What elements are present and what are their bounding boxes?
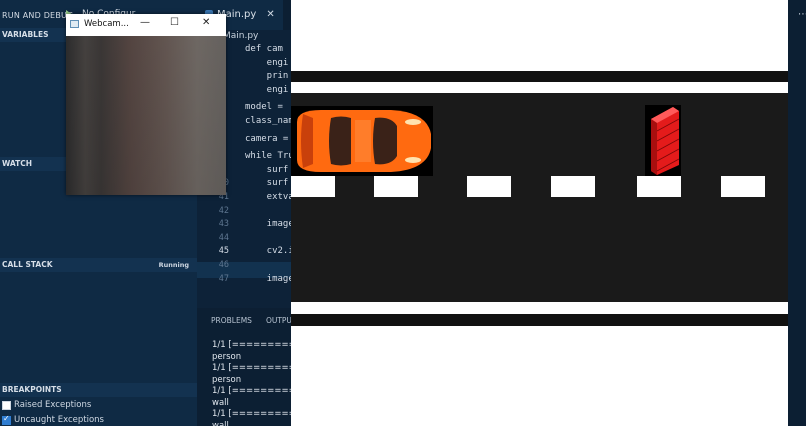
wall-obstacle bbox=[645, 105, 681, 176]
line-number: 42 bbox=[218, 205, 229, 216]
call-stack-status: Running bbox=[158, 261, 189, 269]
code-line[interactable]: model = bbox=[245, 102, 283, 112]
code-line[interactable]: surf bbox=[245, 165, 289, 175]
minimize-icon[interactable]: — bbox=[140, 17, 150, 28]
webcam-title-bar[interactable]: Webcam... — ☐ ✕ bbox=[66, 14, 226, 36]
terminal-output[interactable]: 1/1 [========= person 1/1 [========= person… bbox=[212, 340, 296, 426]
terminal-line: person bbox=[212, 351, 242, 362]
code-line[interactable]: camera = bbox=[245, 134, 288, 144]
breakpoints-section[interactable]: BREAKPOINTS bbox=[0, 383, 197, 397]
lane-marking bbox=[551, 176, 595, 197]
terminal-line: 1/1 [========= bbox=[212, 340, 296, 350]
code-line[interactable]: class_nam bbox=[245, 116, 294, 126]
webcam-title: Webcam... bbox=[84, 19, 129, 29]
line-number: 47 bbox=[218, 273, 229, 284]
webcam-window[interactable]: Webcam... — ☐ ✕ bbox=[66, 14, 226, 195]
code-line[interactable]: surf bbox=[245, 178, 289, 188]
call-stack-label: CALL STACK bbox=[2, 260, 53, 269]
panel-tabs: PROBLEMS OUTPU bbox=[211, 316, 292, 325]
lane-marking bbox=[721, 176, 765, 197]
code-line[interactable]: image bbox=[245, 219, 294, 229]
lane-marking bbox=[467, 176, 511, 197]
terminal-line: wall bbox=[212, 420, 229, 426]
uncaught-exceptions-label: Uncaught Exceptions bbox=[14, 415, 104, 425]
wall-sprite bbox=[651, 107, 680, 175]
tab-output[interactable]: OUTPU bbox=[266, 316, 292, 325]
code-line[interactable]: prin bbox=[245, 71, 289, 81]
breakpoint-raised[interactable]: Raised Exceptions bbox=[2, 400, 91, 410]
window-app-icon bbox=[70, 20, 79, 28]
terminal-line: 1/1 [========= bbox=[212, 409, 296, 419]
variables-label: VARIABLES bbox=[2, 30, 49, 39]
line-number: 44 bbox=[218, 232, 229, 243]
code-line[interactable]: engi bbox=[245, 58, 289, 68]
call-stack-section[interactable]: CALL STACK Running bbox=[0, 258, 197, 272]
run-debug-title: RUN AND DEBUG bbox=[2, 11, 74, 20]
close-icon[interactable]: ✕ bbox=[202, 17, 210, 28]
close-icon[interactable]: ✕ bbox=[266, 9, 274, 20]
breakpoint-uncaught[interactable]: Uncaught Exceptions bbox=[2, 414, 104, 425]
code-line[interactable]: def cam bbox=[245, 44, 283, 54]
code-line[interactable]: engi bbox=[245, 85, 289, 95]
code-line[interactable]: image bbox=[245, 274, 294, 284]
line-number: 45 bbox=[218, 246, 229, 257]
right-strip bbox=[788, 0, 806, 426]
terminal-line: person bbox=[212, 374, 242, 385]
lane-marking bbox=[291, 176, 335, 197]
line-number: 43 bbox=[218, 219, 229, 230]
more-actions-icon[interactable]: ⋯ bbox=[798, 9, 806, 20]
breadcrumb[interactable]: Main.py bbox=[223, 31, 258, 41]
terminal-line: 1/1 [========= bbox=[212, 363, 296, 373]
player-car bbox=[291, 106, 433, 176]
code-line[interactable]: cv2.i bbox=[245, 246, 294, 256]
breakpoints-label: BREAKPOINTS bbox=[2, 385, 62, 394]
code-line[interactable]: extva bbox=[245, 192, 294, 202]
car-sprite bbox=[297, 110, 431, 172]
code-line[interactable]: while Tru bbox=[245, 151, 294, 161]
uncaught-exceptions-checkbox[interactable] bbox=[2, 414, 11, 425]
line-number: 46 bbox=[218, 260, 229, 270]
watch-label: WATCH bbox=[2, 159, 33, 168]
maximize-icon[interactable]: ☐ bbox=[170, 17, 179, 28]
game-window[interactable] bbox=[291, 0, 788, 426]
lane-marking bbox=[374, 176, 418, 197]
tab-problems[interactable]: PROBLEMS bbox=[211, 316, 252, 325]
road-edge-bottom bbox=[291, 314, 788, 326]
terminal-line: wall bbox=[212, 397, 229, 408]
terminal-line: 1/1 [========= bbox=[212, 386, 296, 396]
lane-marking bbox=[637, 176, 681, 197]
road-edge-top bbox=[291, 71, 788, 82]
webcam-feed bbox=[66, 36, 226, 195]
raised-exceptions-label: Raised Exceptions bbox=[14, 400, 92, 410]
raised-exceptions-checkbox[interactable] bbox=[2, 400, 11, 410]
